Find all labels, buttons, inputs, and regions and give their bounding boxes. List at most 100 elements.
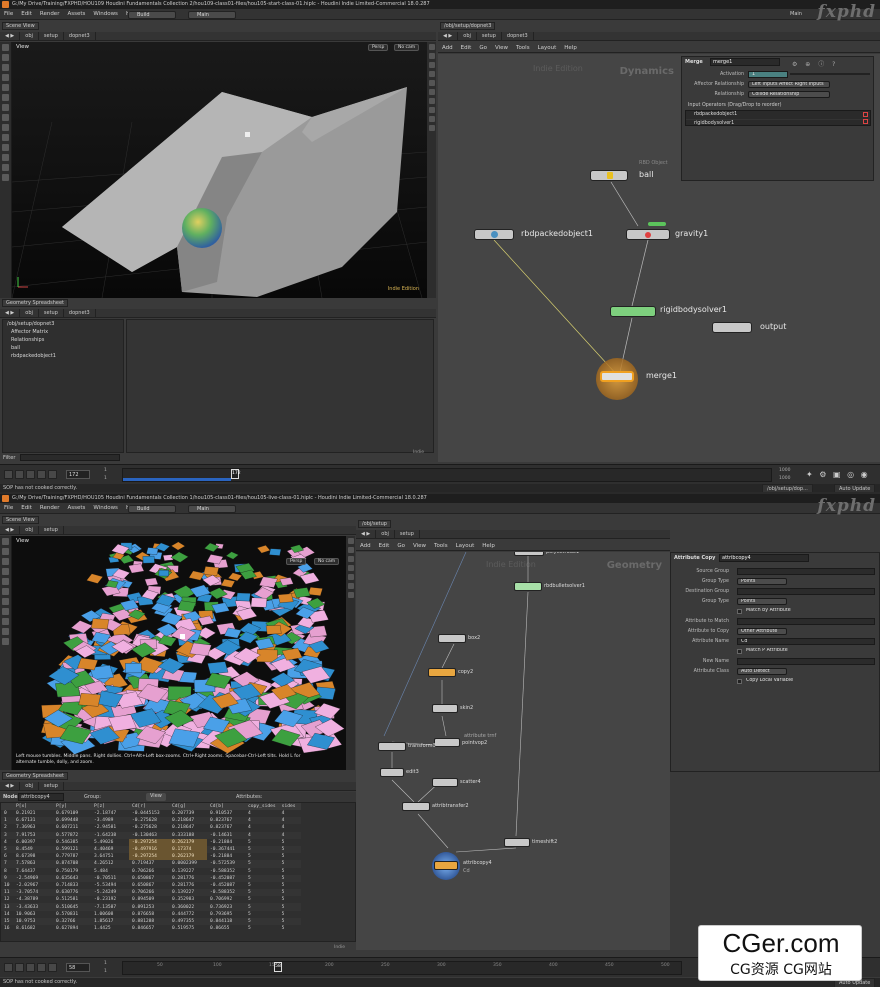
sop-network-view[interactable]: Indie Edition Geometry polyextrude1 rbdb…: [356, 552, 670, 950]
points-icon-2[interactable]: [347, 583, 354, 589]
home-icon-2[interactable]: [347, 592, 354, 598]
right-desktop-label[interactable]: Main: [790, 11, 802, 17]
render-tool-icon[interactable]: [2, 154, 9, 161]
timeline-cursor-2[interactable]: 58: [274, 962, 282, 972]
step-back-button-2[interactable]: [15, 963, 24, 972]
path2-obj[interactable]: obj: [20, 526, 39, 535]
persp-menu-button[interactable]: Persp: [368, 44, 389, 51]
path-dopnet3[interactable]: dopnet3: [64, 32, 96, 41]
play-button[interactable]: [37, 470, 46, 479]
tab-scene-view-2[interactable]: Scene View: [2, 516, 39, 524]
nav-arrows-icon-2[interactable]: ◀ ▶: [0, 526, 21, 535]
param-checkbox[interactable]: Match by Attribute: [743, 608, 793, 615]
persp-menu-button-2[interactable]: Persp: [286, 558, 307, 565]
handle-tool-icon[interactable]: [2, 84, 9, 91]
render-tool-icon-2[interactable]: [2, 638, 9, 645]
timeline-ruler-2[interactable]: 50100150200250300350400450500: [122, 961, 682, 975]
snap-tool-icon[interactable]: [2, 114, 9, 121]
node-field[interactable]: attribcopy4: [18, 793, 64, 801]
menu2-file[interactable]: File: [0, 503, 17, 514]
snap-tool-icon-2[interactable]: [2, 598, 9, 605]
jump-end-button[interactable]: [48, 470, 57, 479]
net2-menu-edit[interactable]: Edit: [375, 541, 394, 552]
display-option-icon-2[interactable]: [347, 538, 354, 544]
menu-edit[interactable]: Edit: [17, 9, 36, 20]
background-icon[interactable]: [428, 89, 435, 95]
lighting-icon-2[interactable]: [347, 565, 354, 571]
net2-menu-go[interactable]: Go: [393, 541, 409, 552]
table-row[interactable]: 0 0.21921 0.679109 -2.18747 -0.0445153 0.2077…: [1, 810, 301, 817]
column-header[interactable]: Cd[b]: [207, 803, 245, 810]
shaded-icon-2[interactable]: [347, 556, 354, 562]
view-menu[interactable]: View: [146, 793, 166, 801]
transform3-node[interactable]: [378, 742, 406, 751]
tree-rbdpackedobject1[interactable]: rbdpackedobject1: [3, 352, 123, 360]
table-row[interactable]: 7 7.57863 0.874708 4.26512 0.719437 0.0002399…: [1, 860, 301, 868]
net-menu-edit[interactable]: Edit: [457, 43, 476, 54]
lighting-icon[interactable]: [428, 71, 435, 77]
points-icon[interactable]: [428, 107, 435, 113]
ss2-path-obj[interactable]: obj: [20, 782, 39, 791]
param-toolbar-icons[interactable]: ⚙ ⊕ ⓘ ?: [792, 59, 838, 68]
camera-menu-button-2[interactable]: No cam: [314, 558, 340, 565]
select-tool-icon[interactable]: [2, 44, 9, 51]
net2-path-setup[interactable]: setup: [395, 530, 420, 539]
3d-viewport-2[interactable]: View Persp No cam Left mouse tumbles. Mi…: [12, 536, 346, 770]
select-tool-icon-2[interactable]: [2, 538, 9, 545]
brush-tool-icon-2[interactable]: [2, 608, 9, 615]
attribcopy4-node[interactable]: [434, 861, 458, 870]
play-button-2[interactable]: [37, 963, 46, 972]
table-row[interactable]: 1 6.67131 0.699448 -3.4989 -0.275628 0.218647…: [1, 817, 301, 825]
menu-file[interactable]: File: [0, 9, 17, 20]
rbdpackedobject1-node[interactable]: [474, 229, 514, 240]
scale-tool-icon-2[interactable]: [2, 568, 9, 575]
skin2-node[interactable]: [432, 704, 458, 713]
remove-input-1-icon[interactable]: [863, 112, 868, 117]
param-value[interactable]: Other Attribute: [737, 628, 787, 635]
param-value[interactable]: [737, 568, 875, 575]
polyextrude-node[interactable]: [514, 552, 544, 556]
stop-button[interactable]: [26, 470, 35, 479]
menu2-assets[interactable]: Assets: [63, 503, 89, 514]
column-header[interactable]: P[z]: [91, 803, 129, 810]
tab-geometry-spreadsheet-2[interactable]: Geometry Spreadsheet: [2, 772, 69, 780]
table-row[interactable]: 16 8.61682 0.627894 1.4425 0.846657 0.519575 0…: [1, 925, 301, 932]
start-frame-label-2a[interactable]: 1: [104, 961, 107, 966]
current-frame-field-2[interactable]: 58: [66, 963, 90, 972]
merge1-node[interactable]: [600, 371, 634, 382]
column-header[interactable]: [1, 803, 13, 810]
build-shelf-dropdown-2[interactable]: Build: [128, 505, 176, 513]
table-row[interactable]: 8 7.64437 0.750179 5.484 0.706266 0.139227 -0.…: [1, 868, 301, 875]
table-row[interactable]: 6 8.67398 0.779787 3.64751 -0.297254 0.262179…: [1, 853, 301, 861]
timeline-extra-icons[interactable]: ✦ ⚙ ▣ ◎ ◉: [806, 470, 870, 479]
param-value[interactable]: Points: [737, 578, 787, 585]
menu2-windows[interactable]: Windows: [89, 503, 122, 514]
ghost-icon[interactable]: [428, 80, 435, 86]
box2-node[interactable]: [438, 634, 466, 643]
column-header[interactable]: P[x]: [13, 803, 53, 810]
column-header[interactable]: Cd[g]: [169, 803, 207, 810]
net2-menu-tools[interactable]: Tools: [430, 541, 452, 552]
start-frame-label-2[interactable]: 1: [104, 476, 107, 481]
tab-geometry-spreadsheet[interactable]: Geometry Spreadsheet: [2, 299, 69, 307]
timeline-cursor[interactable]: 172: [231, 469, 241, 479]
scale-tool-icon[interactable]: [2, 74, 9, 81]
param-checkbox[interactable]: Match P Attribute: [743, 648, 793, 655]
tab-scene-view[interactable]: Scene View: [2, 22, 39, 30]
net-menu-add[interactable]: Add: [438, 43, 457, 54]
table-row[interactable]: 4 6.00397 0.546385 5.49026 -0.297254 0.262179…: [1, 838, 301, 846]
attribtransfer2-node[interactable]: [402, 802, 430, 811]
checkbox-box[interactable]: [737, 609, 742, 614]
ss2-path-setup[interactable]: setup: [39, 782, 64, 791]
edit3-node[interactable]: [380, 768, 404, 777]
activation-slider[interactable]: [790, 73, 870, 75]
view-tool-icon[interactable]: [2, 104, 9, 111]
build-shelf-dropdown[interactable]: Build: [128, 11, 176, 19]
nav-back-arrow-icon[interactable]: ◀ ▶: [0, 32, 21, 41]
copy2-node[interactable]: [428, 668, 456, 677]
net2-path-obj[interactable]: obj: [376, 530, 395, 539]
net-menu-tools[interactable]: Tools: [512, 43, 534, 54]
relationship-menu[interactable]: Collide Relationship: [748, 91, 830, 98]
rotate-tool-icon[interactable]: [2, 64, 9, 71]
table-row[interactable]: 11 -3.70574 0.630776 -5.24249 0.706266 0.1392…: [1, 889, 301, 897]
